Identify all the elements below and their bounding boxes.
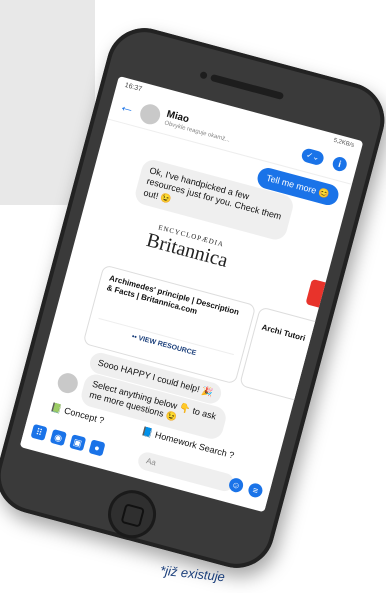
arrow-left-icon[interactable]: ← xyxy=(117,97,137,119)
card2-title: Archi Tutori xyxy=(260,322,307,343)
bot-avatar xyxy=(55,370,81,396)
contact-status: Obvykle reaguje okamž... xyxy=(163,120,231,144)
caption: *již existuje xyxy=(159,562,226,585)
home-button[interactable] xyxy=(102,484,162,544)
camera-icon[interactable]: ◉ xyxy=(49,428,67,447)
emoji-icon[interactable]: ☺ xyxy=(227,476,245,494)
resource-card-2[interactable]: Archi Tutori xyxy=(238,306,330,405)
notebook-icon: 📘 xyxy=(140,426,155,439)
front-camera xyxy=(199,71,208,80)
speaker-grille xyxy=(209,73,285,101)
card-thumbnail xyxy=(305,278,334,310)
info-icon[interactable]: i xyxy=(331,155,349,173)
book-icon: 📗 xyxy=(49,401,64,415)
grid-icon[interactable]: ⠿ xyxy=(30,423,48,441)
image-icon[interactable]: ▣ xyxy=(69,434,87,452)
avatar xyxy=(137,102,163,127)
menu-icon[interactable]: ≡ xyxy=(246,481,264,499)
mic-icon[interactable]: ● xyxy=(88,439,106,457)
home-square-icon xyxy=(120,503,145,528)
status-time: 16:37 xyxy=(123,81,143,94)
check-button[interactable]: ✓⌄ xyxy=(300,147,326,167)
status-indicators: 5,2KB/s xyxy=(332,137,355,150)
